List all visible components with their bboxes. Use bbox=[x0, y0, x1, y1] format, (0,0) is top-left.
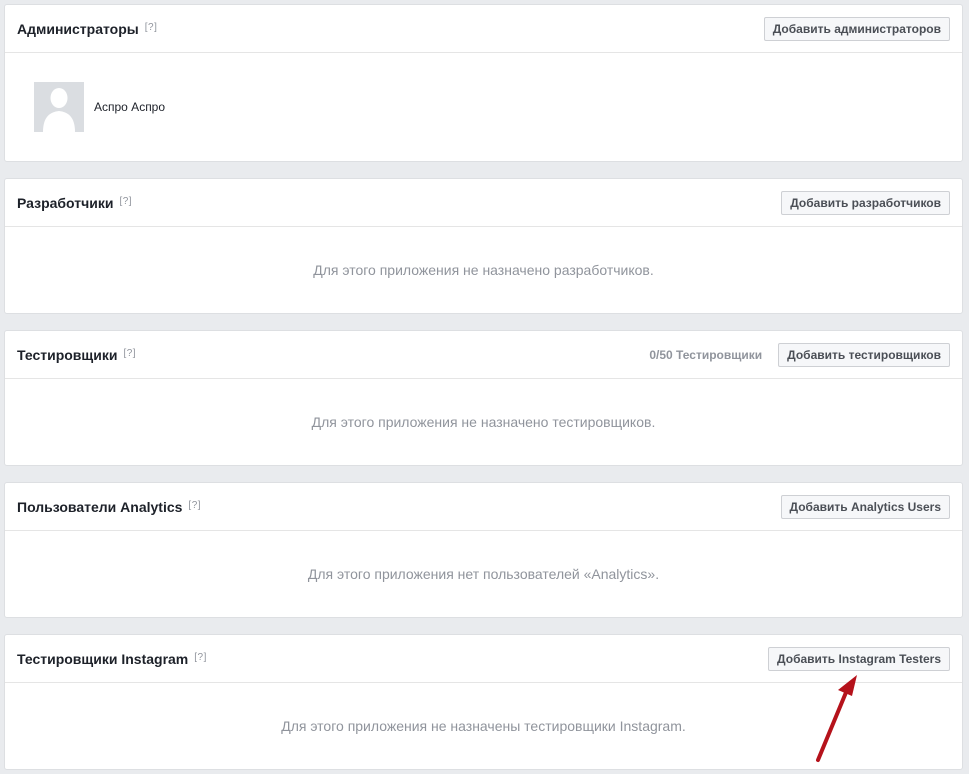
admins-help-link[interactable]: [?] bbox=[145, 22, 158, 33]
analytics-help-link[interactable]: [?] bbox=[188, 500, 201, 511]
avatar[interactable] bbox=[34, 82, 84, 132]
admin-name[interactable]: Аспро Аспро bbox=[94, 100, 165, 114]
instagram-header: Тестировщики Instagram [?] Добавить Inst… bbox=[5, 635, 962, 683]
add-instagram-testers-button[interactable]: Добавить Instagram Testers bbox=[768, 646, 950, 671]
admins-title: Администраторы bbox=[17, 20, 139, 37]
analytics-header: Пользователи Analytics [?] Добавить Anal… bbox=[5, 483, 962, 531]
developers-empty-message: Для этого приложения не назначено разраб… bbox=[313, 262, 654, 278]
instagram-empty-message: Для этого приложения не назначены тестир… bbox=[281, 718, 686, 734]
analytics-title: Пользователи Analytics bbox=[17, 498, 183, 515]
developers-header: Разработчики [?] Добавить разработчиков bbox=[5, 179, 962, 227]
testers-panel: Тестировщики [?] 0/50 Тестировщики Добав… bbox=[4, 330, 963, 466]
testers-count: 0/50 Тестировщики bbox=[649, 347, 763, 362]
testers-empty-message: Для этого приложения не назначено тестир… bbox=[311, 414, 656, 430]
instagram-help-link[interactable]: [?] bbox=[194, 652, 207, 663]
testers-header: Тестировщики [?] 0/50 Тестировщики Добав… bbox=[5, 331, 962, 379]
add-developers-button[interactable]: Добавить разработчиков bbox=[781, 190, 950, 215]
add-admins-button[interactable]: Добавить администраторов bbox=[763, 16, 950, 41]
instagram-panel: Тестировщики Instagram [?] Добавить Inst… bbox=[4, 634, 963, 770]
testers-title: Тестировщики bbox=[17, 346, 118, 363]
analytics-panel: Пользователи Analytics [?] Добавить Anal… bbox=[4, 482, 963, 618]
default-avatar-icon bbox=[34, 82, 84, 132]
admins-header: Администраторы [?] Добавить администрато… bbox=[5, 5, 962, 53]
developers-title: Разработчики bbox=[17, 194, 114, 211]
developers-panel: Разработчики [?] Добавить разработчиков … bbox=[4, 178, 963, 314]
instagram-title: Тестировщики Instagram bbox=[17, 650, 189, 667]
developers-help-link[interactable]: [?] bbox=[119, 196, 132, 207]
analytics-empty-message: Для этого приложения нет пользователей «… bbox=[307, 566, 660, 582]
add-testers-button[interactable]: Добавить тестировщиков bbox=[778, 342, 950, 367]
admins-list: Аспро Аспро bbox=[5, 53, 962, 161]
testers-help-link[interactable]: [?] bbox=[123, 348, 136, 359]
admins-panel: Администраторы [?] Добавить администрато… bbox=[4, 4, 963, 162]
add-analytics-users-button[interactable]: Добавить Analytics Users bbox=[780, 494, 950, 519]
